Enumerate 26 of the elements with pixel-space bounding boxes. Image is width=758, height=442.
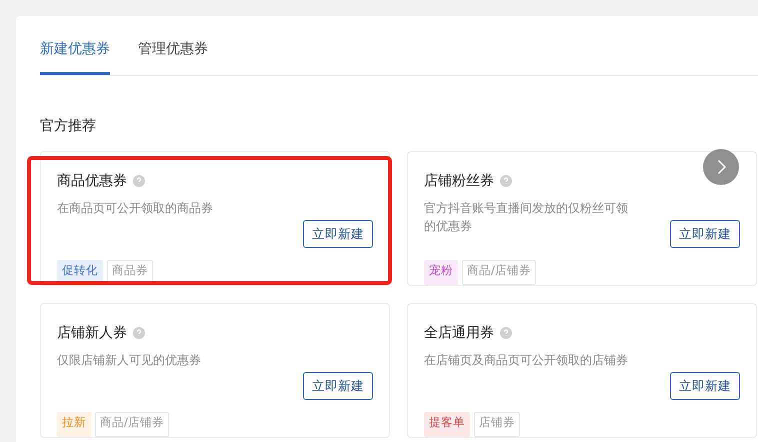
section-title: 官方推荐	[40, 117, 97, 135]
create-button[interactable]: 立即新建	[670, 372, 740, 400]
create-button[interactable]: 立即新建	[670, 220, 740, 248]
card-description: 官方抖音账号直播间发放的仅粉丝可领的优惠券	[424, 200, 629, 235]
tab[interactable]: 管理优惠券	[138, 40, 208, 75]
next-arrow-button[interactable]	[703, 149, 739, 185]
help-icon[interactable]	[500, 174, 512, 186]
card-title: 全店通用券	[424, 324, 494, 342]
card-description: 在店铺页及商品页可公开领取的店铺券	[424, 352, 629, 369]
help-icon[interactable]	[133, 174, 145, 186]
tag: 提客单	[424, 412, 470, 437]
card-title: 店铺粉丝券	[424, 172, 494, 190]
tag: 商品/店铺券	[462, 260, 536, 285]
tab[interactable]: 新建优惠券	[40, 40, 110, 75]
card-description: 在商品页可公开领取的商品券	[57, 200, 214, 217]
create-button[interactable]: 立即新建	[303, 220, 373, 248]
card-description: 仅限店铺新人可见的优惠券	[57, 352, 202, 369]
card-title: 店铺新人券	[57, 324, 127, 342]
tag: 店铺券	[474, 412, 520, 437]
create-button[interactable]: 立即新建	[303, 372, 373, 400]
tag: 拉新	[57, 412, 91, 437]
card-title: 商品优惠券	[57, 172, 127, 190]
help-icon[interactable]	[500, 326, 512, 338]
tag: 宠粉	[424, 260, 458, 285]
tag: 商品/店铺券	[95, 412, 169, 437]
help-icon[interactable]	[133, 326, 145, 338]
